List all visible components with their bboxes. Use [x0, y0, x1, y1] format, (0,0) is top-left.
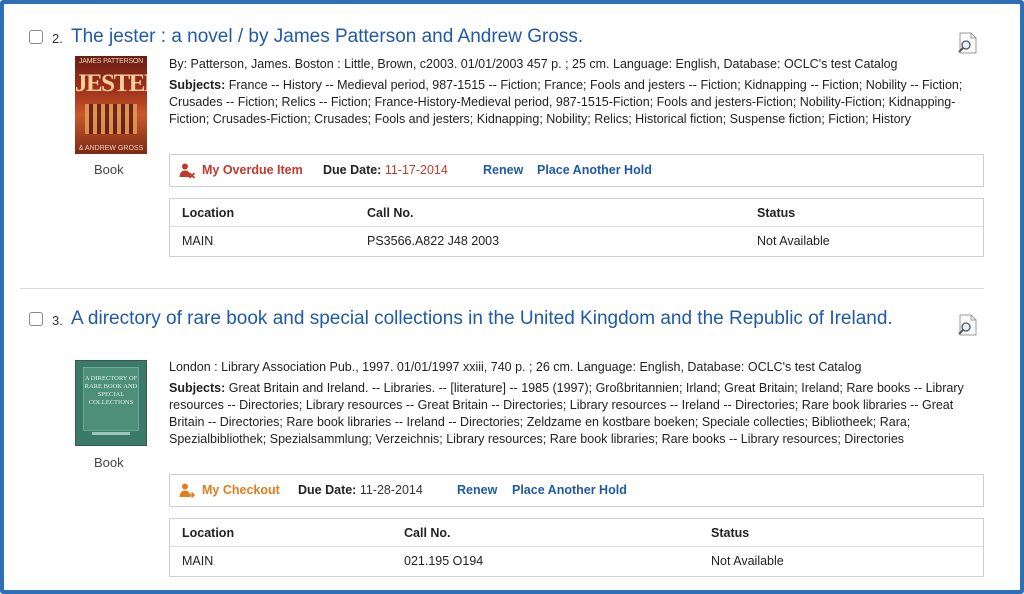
- place-hold-link[interactable]: Place Another Hold: [537, 163, 652, 177]
- cover-text: A DIRECTORY OF RARE BOOK AND SPECIAL COL…: [84, 375, 138, 406]
- availability-cell: Not Available: [757, 234, 830, 248]
- results-frame: 2. The jester : a novel / by James Patte…: [0, 0, 1024, 594]
- place-hold-link[interactable]: Place Another Hold: [512, 483, 627, 497]
- due-date: Due Date: 11-28-2014: [298, 483, 423, 497]
- result-divider: [20, 288, 984, 289]
- due-date-label: Due Date:: [323, 163, 382, 177]
- subjects-label: Subjects:: [169, 381, 226, 395]
- status-label: My Overdue Item: [202, 163, 303, 177]
- result-number: 2.: [52, 31, 63, 46]
- cover-author: JAMES PATTERSON: [78, 58, 144, 65]
- item-status-box: My Overdue Item Due Date: 11-17-2014 Ren…: [169, 154, 984, 187]
- zoom-preview-icon[interactable]: [956, 314, 978, 336]
- renew-link[interactable]: Renew: [483, 163, 523, 177]
- due-date-value: 11-28-2014: [359, 483, 423, 497]
- holdings-header-row: [170, 519, 983, 547]
- checkout-item-icon: [179, 483, 196, 499]
- subjects-label: Subjects:: [169, 78, 226, 92]
- status-label: My Checkout: [202, 483, 280, 497]
- subjects-text: Great Britain and Ireland. -- Libraries.…: [169, 381, 964, 446]
- record-description: By: Patterson, James. Boston : Little, B…: [169, 56, 984, 128]
- column-header-status: Status: [711, 526, 750, 540]
- call-number-cell: 021.195 O194: [404, 554, 484, 568]
- call-number-cell: PS3566.A822 J48 2003: [367, 234, 500, 248]
- result-title-link[interactable]: A directory of rare book and special col…: [54, 307, 900, 330]
- item-status-box: My Checkout Due Date: 11-28-2014 Renew P…: [169, 474, 984, 507]
- zoom-preview-icon[interactable]: [956, 32, 978, 54]
- select-checkbox[interactable]: [29, 312, 43, 326]
- book-cover-image[interactable]: JAMES PATTERSON JESTER & ANDREW GROSS: [75, 56, 147, 154]
- availability-cell: Not Available: [711, 554, 784, 568]
- subjects-block: Subjects: France -- History -- Medieval …: [169, 77, 984, 128]
- subjects-block: Subjects: Great Britain and Ireland. -- …: [169, 380, 984, 448]
- cover-coauthor: & ANDREW GROSS: [78, 145, 144, 152]
- location-cell: MAIN: [182, 554, 214, 568]
- result-title-link[interactable]: The jester : a novel / by James Patterso…: [71, 25, 900, 48]
- record-description: London : Library Association Pub., 1997.…: [169, 359, 984, 448]
- column-header-location: Location: [182, 526, 235, 540]
- due-date-value: 11-17-2014: [384, 163, 448, 177]
- overdue-item-icon: [179, 163, 196, 179]
- select-checkbox[interactable]: [29, 30, 43, 44]
- book-cover-image[interactable]: A DIRECTORY OF RARE BOOK AND SPECIAL COL…: [75, 360, 147, 446]
- holdings-table: Location Call No. Status MAIN PS3566.A82…: [169, 198, 984, 257]
- renew-link[interactable]: Renew: [457, 483, 497, 497]
- publication-info: By: Patterson, James. Boston : Little, B…: [169, 57, 898, 71]
- subjects-text: France -- History -- Medieval period, 98…: [169, 78, 963, 126]
- location-cell: MAIN: [182, 234, 214, 248]
- holdings-table: Location Call No. Status MAIN 021.195 O1…: [169, 518, 984, 577]
- column-header-call-no: Call No.: [367, 206, 414, 220]
- due-date: Due Date: 11-17-2014: [323, 163, 448, 177]
- column-header-status: Status: [757, 206, 796, 220]
- column-header-location: Location: [182, 206, 235, 220]
- cover-title: JESTER: [75, 70, 147, 97]
- format-label: Book: [94, 455, 124, 470]
- holdings-header-row: [170, 199, 983, 227]
- format-label: Book: [94, 162, 124, 177]
- column-header-call-no: Call No.: [404, 526, 451, 540]
- publication-info: London : Library Association Pub., 1997.…: [169, 360, 862, 374]
- due-date-label: Due Date:: [298, 483, 357, 497]
